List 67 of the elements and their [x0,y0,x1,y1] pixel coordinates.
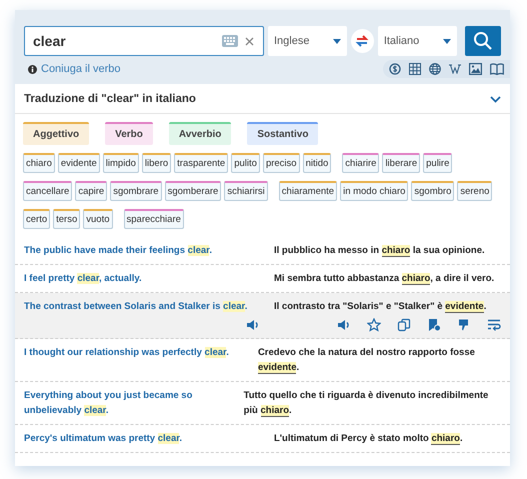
source-sentence: I thought our relationship was perfectly clear. [24,346,229,360]
translation-tag[interactable]: vuoto [83,209,112,230]
translation-tag[interactable]: preciso [262,153,300,174]
translation-tag[interactable]: chiaramente [278,181,338,202]
book-icon[interactable] [490,63,504,75]
globe-icon[interactable] [429,63,441,75]
translation-tag[interactable]: capire [75,181,108,202]
translated-sentence: Tutto quello che ti riguarda è divenuto incredibilmente più chiaro. [244,389,490,418]
conjugate-verb-link[interactable]: Coniuga il verbo [41,60,120,78]
category-tab[interactable]: Sostantivo [247,122,318,146]
thumbs-down-icon[interactable] [457,318,471,332]
translation-tag[interactable]: sgombro [411,181,454,202]
caret-icon [442,38,451,44]
translation-tag[interactable]: cancellare [23,181,72,202]
translation-tag[interactable]: sgomberare [164,181,222,202]
chevron-down-icon[interactable] [490,96,501,104]
section-title: Traduzione di "clear" in italiano [24,92,196,107]
translated-sentence: Mi sembra tutto abbastanza chiaro, a dire il vero. [274,272,494,286]
translation-tag[interactable]: chiaro [23,153,55,174]
wikipedia-icon[interactable] [449,64,461,74]
source-language-dropdown[interactable]: Inglese [268,26,347,56]
copy-icon[interactable] [397,318,411,332]
translation-tag[interactable]: sparecchiare [124,209,184,230]
dollar-icon[interactable] [389,63,401,75]
category-tab[interactable]: Avverbio [168,122,232,146]
source-sentence: I feel pretty clear, actually. [24,272,142,286]
translation-tag[interactable]: evidente [58,153,100,174]
info-icon [28,64,37,74]
bookmark-add-icon[interactable] [427,318,441,332]
close-icon[interactable] [245,37,254,46]
target-language-dropdown[interactable]: Italiano [378,26,457,56]
translation-tag[interactable]: pulito [231,153,260,174]
search-button[interactable] [464,26,501,56]
translation-tag[interactable]: sgombrare [110,181,162,202]
translation-tag[interactable]: nitido [302,153,332,174]
search-icon [472,31,493,51]
translation-tag[interactable]: in modo chiaro [340,181,408,202]
translated-sentence: Il contrasto tra "Solaris" e "Stalker" è evidente. [274,300,486,314]
translation-tag[interactable]: pulire [423,153,452,174]
swap-icon [355,34,370,48]
source-sentence: The contrast between Solaris and Stalker is clear. [24,300,248,314]
translation-tag[interactable]: terso [53,209,80,230]
translated-sentence: Il pubblico ha messo in chiaro la sua opinione. [274,244,485,258]
star-icon[interactable] [367,318,381,332]
category-tab[interactable]: Verbo [105,122,153,146]
speaker-icon[interactable] [246,318,260,332]
source-sentence: Everything about you just became so unbelievably clear. [24,389,194,418]
speaker-icon[interactable] [337,318,351,332]
translated-sentence: Credevo che la natura del nostro rapporto fosse evidente. [258,346,476,376]
source-sentence: The public have made their feelings clear. [24,244,212,258]
source-sentence: Percy's ultimatum was pretty clear. [24,432,182,446]
translation-tag[interactable]: liberare [382,153,420,174]
translation-tag[interactable]: limpido [102,153,139,174]
translation-tag[interactable]: certo [23,209,50,230]
grid-icon[interactable] [409,63,421,75]
translation-tag[interactable]: libero [142,153,172,174]
text-wrap-icon[interactable] [487,318,501,332]
translation-tag[interactable]: chiarire [342,153,380,174]
translation-tag[interactable]: trasparente [174,153,228,174]
translation-tag[interactable]: sereno [457,181,492,202]
search-field[interactable]: clear [24,26,264,56]
category-tab[interactable]: Aggettivo [23,122,90,146]
swap-languages-button[interactable] [350,29,374,53]
image-icon[interactable] [469,63,482,75]
caret-icon [332,38,341,44]
translated-sentence: L'ultimatum di Percy è stato molto chiaro. [274,432,463,446]
translation-tag[interactable]: schiarirsi [224,181,268,202]
